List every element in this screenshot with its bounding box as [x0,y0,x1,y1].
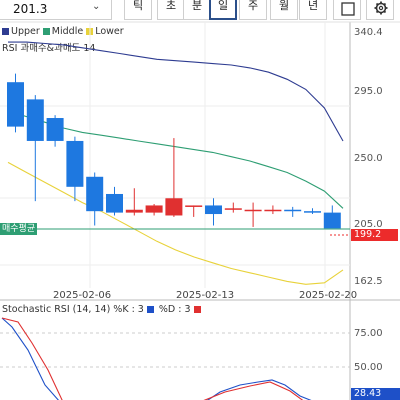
candle-body [264,209,282,212]
stochastic-d-label: %D : 3 [158,304,191,315]
candle-body [185,205,203,207]
candle-body [7,82,24,127]
date-label: 2025-02-06 [53,290,112,301]
price-axis-label: 340.4 [354,27,383,38]
price-axis-label: 162.5 [354,276,383,287]
candle-body [46,118,64,141]
stochastic-label: Stochastic RSI (14, 14) %K : 3 [2,304,144,315]
candle-body [145,205,163,213]
date-label: 2025-02-20 [299,290,358,301]
price-chart [0,21,400,400]
stoch-axis-label: 75.00 [354,328,383,339]
candle-body [26,99,44,141]
price-axis-label: 295.0 [354,86,383,97]
price-axis-label: 250.0 [354,153,383,164]
date-label: 2025-02-13 [176,290,235,301]
lower-band-line [7,161,344,285]
price-axis-label: 205.0 [354,219,383,230]
candle-body [165,198,183,216]
candle-body [86,176,104,212]
candle-body [106,193,123,213]
candle-body [284,209,302,212]
avg-buy-tag: 매수평균 [0,223,38,235]
stochastic-legend: Stochastic RSI (14, 14) %K : 3 %D : 3 [2,304,203,315]
candle-body [304,211,321,213]
current-price-tag: 199.2 [351,229,398,241]
stoch-axis-label: 50.00 [354,362,383,373]
candle-body [66,140,84,187]
candle-body [244,209,262,212]
candle-body [224,208,242,210]
stochastic-k-line [1,317,59,400]
stochastic-d-line [203,381,304,400]
candle-body [323,212,341,229]
stochastic-current-tag: 28.43 [351,388,400,400]
candle-body [205,205,222,215]
d-swatch [193,306,201,313]
candle-body [125,209,143,213]
k-swatch [146,306,154,313]
